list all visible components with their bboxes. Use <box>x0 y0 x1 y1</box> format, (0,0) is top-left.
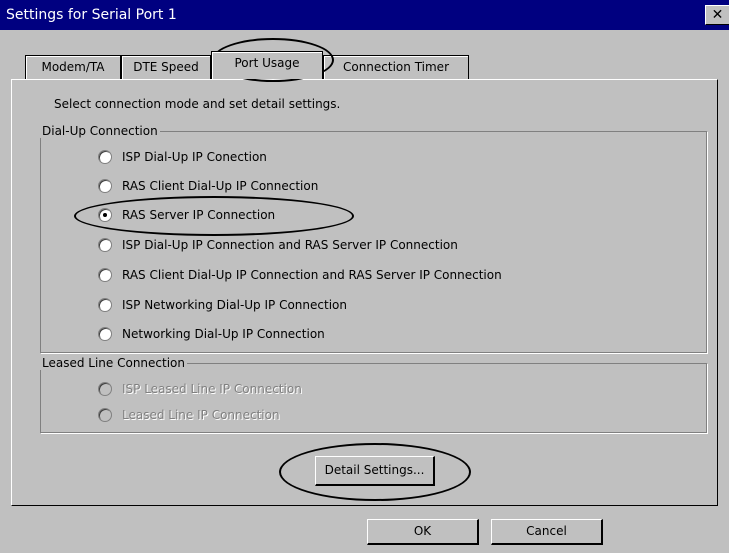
close-icon: ✕ <box>711 7 724 23</box>
radio-label: RAS Server IP Connection <box>122 208 276 222</box>
tab-label: Connection Timer <box>342 60 449 74</box>
dialup-group-label: Dial-Up Connection <box>40 124 160 138</box>
tab-label: DTE Speed <box>133 60 199 74</box>
detail-settings-button[interactable]: Detail Settings... <box>315 456 435 486</box>
tab-label: Port Usage <box>234 56 300 70</box>
radio-selected-icon <box>98 208 112 222</box>
window-title: Settings for Serial Port 1 <box>6 7 177 23</box>
tab-port-usage[interactable]: Port Usage <box>211 51 323 79</box>
tab-dte-speed[interactable]: DTE Speed <box>121 55 211 79</box>
radio-icon <box>98 382 112 396</box>
radio-label: Leased Line IP Connection <box>122 408 280 422</box>
radio-label: ISP Dial-Up IP Conection <box>122 150 267 164</box>
radio-label: ISP Dial-Up IP Connection and RAS Server… <box>122 238 458 252</box>
radio-icon <box>98 327 112 341</box>
title-bar: Settings for Serial Port 1 ✕ <box>0 0 729 30</box>
radio-icon <box>98 238 112 252</box>
leased-group-label: Leased Line Connection <box>40 356 187 370</box>
radio-icon <box>98 150 112 164</box>
cancel-button[interactable]: Cancel <box>491 519 603 545</box>
radio-label: ISP Leased Line IP Connection <box>122 382 302 396</box>
radio-icon <box>98 408 112 422</box>
tab-modem-ta[interactable]: Modem/TA <box>25 55 121 79</box>
radio-icon <box>98 268 112 282</box>
close-button[interactable]: ✕ <box>705 5 729 25</box>
ok-button[interactable]: OK <box>367 519 479 545</box>
tab-label: Modem/TA <box>41 60 105 74</box>
radio-icon <box>98 179 112 193</box>
radio-label: Networking Dial-Up IP Connection <box>122 327 325 341</box>
instruction-text: Select connection mode and set detail se… <box>54 97 341 111</box>
radio-label: RAS Client Dial-Up IP Connection and RAS… <box>122 268 502 282</box>
radio-icon <box>98 298 112 312</box>
settings-dialog: Settings for Serial Port 1 ✕ Modem/TA DT… <box>0 0 729 553</box>
radio-label: ISP Networking Dial-Up IP Connection <box>122 298 347 312</box>
tab-connection-timer[interactable]: Connection Timer <box>323 55 469 79</box>
radio-label: RAS Client Dial-Up IP Connection <box>122 179 319 193</box>
